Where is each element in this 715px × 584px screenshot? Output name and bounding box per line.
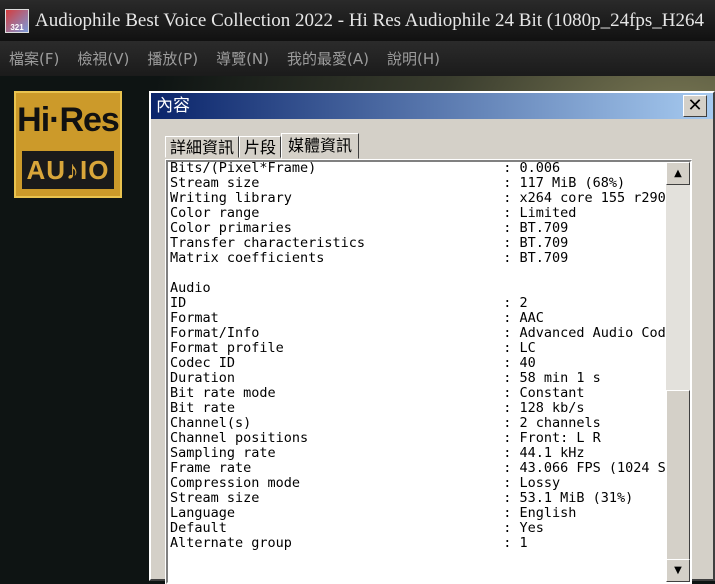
media-info-line: Format/Info : Advanced Audio Codec [170, 325, 666, 341]
media-info-line: Stream size : 117 MiB (68%) [170, 175, 626, 191]
media-info-textbox[interactable]: Bits/(Pixel*Frame) : 0.006 Stream size : … [166, 160, 692, 584]
media-info-line: Color primaries : BT.709 [170, 220, 569, 236]
scroll-down-icon[interactable]: ▼ [666, 559, 690, 582]
logo-top-text: Hi·Res [17, 101, 120, 139]
media-info-line: Format : AAC [170, 310, 544, 326]
menu-help[interactable]: 說明(H) [378, 48, 449, 69]
media-info-line: Format profile : LC [170, 340, 536, 356]
media-info-line: Alternate group : 1 [170, 535, 528, 551]
window-title: Audiophile Best Voice Collection 2022 - … [35, 9, 705, 31]
dialog-title: 內容 [151, 93, 713, 119]
media-info-line: Codec ID : 40 [170, 355, 536, 371]
tab-clips[interactable]: 片段 [239, 136, 282, 158]
media-info-line: Duration : 58 min 1 s [170, 370, 601, 386]
menu-play[interactable]: 播放(P) [138, 48, 207, 69]
media-info-line: Transfer characteristics : BT.709 [170, 235, 569, 251]
media-info-line: Language : English [170, 505, 577, 521]
logo-bottom-text: AU♪IO [22, 151, 114, 189]
tab-media-info[interactable]: 媒體資訊 [281, 133, 360, 159]
media-info-line [170, 266, 666, 281]
menu-view[interactable]: 檢視(V) [68, 48, 138, 69]
media-info-lines: Bits/(Pixel*Frame) : 0.006 Stream size : … [170, 161, 666, 551]
media-info-line: Sampling rate : 44.1 kHz [170, 445, 585, 461]
media-info-line: Frame rate : 43.066 FPS (1024 SPF) [170, 460, 666, 476]
menu-favorites[interactable]: 我的最愛(A) [278, 48, 378, 69]
media-info-line: Bit rate mode : Constant [170, 385, 585, 401]
media-info-line: Matrix coefficients : BT.709 [170, 250, 569, 266]
vertical-scrollbar[interactable]: ▲ ▼ [666, 162, 690, 582]
tab-bar: 詳細資訊 片段 媒體資訊 [165, 133, 360, 159]
properties-dialog: 內容 ✕ 詳細資訊 片段 媒體資訊 Bits/(Pixel*Frame) : 0… [149, 91, 715, 584]
scroll-thumb[interactable] [666, 390, 690, 582]
media-info-line: Stream size : 53.1 MiB (31%) [170, 490, 634, 506]
media-info-line: Channel(s) : 2 channels [170, 415, 601, 431]
menu-file[interactable]: 檔案(F) [0, 48, 68, 69]
app-icon: 321 [5, 8, 29, 33]
media-info-line: Channel positions : Front: L R [170, 430, 601, 446]
media-info-line: Writing library : x264 core 155 r2901 7d [170, 190, 666, 206]
tab-panel: Bits/(Pixel*Frame) : 0.006 Stream size : … [165, 159, 692, 584]
menu-bar: 檔案(F) 檢視(V) 播放(P) 導覽(N) 我的最愛(A) 說明(H) [0, 41, 715, 76]
scroll-up-icon[interactable]: ▲ [666, 162, 690, 185]
tab-details[interactable]: 詳細資訊 [165, 136, 240, 158]
media-info-line: Bits/(Pixel*Frame) : 0.006 [170, 161, 561, 176]
media-info-line: Bit rate : 128 kb/s [170, 400, 585, 416]
media-info-line: Color range : Limited [170, 205, 577, 221]
media-info-line: Default : Yes [170, 520, 544, 536]
media-info-line: Audio [170, 280, 211, 296]
media-info-line: Compression mode : Lossy [170, 475, 561, 491]
media-info-line: ID : 2 [170, 295, 528, 311]
close-button[interactable]: ✕ [683, 95, 707, 117]
menu-navigate[interactable]: 導覽(N) [207, 48, 278, 69]
window-title-bar: 321 Audiophile Best Voice Collection 202… [0, 0, 715, 41]
hires-audio-logo: Hi·Res AU♪IO [14, 91, 122, 198]
